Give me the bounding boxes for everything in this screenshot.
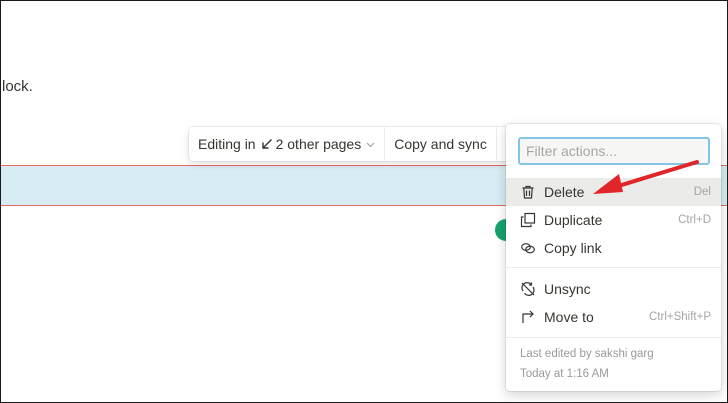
trash-icon	[518, 182, 538, 202]
chevron-down-icon	[366, 140, 375, 149]
menu-item-shortcut: Ctrl+D	[678, 214, 711, 226]
link-icon	[518, 238, 538, 258]
menu-item-label: Duplicate	[544, 212, 603, 228]
body-text: lock.	[2, 78, 33, 95]
editing-in-label: Editing in	[198, 136, 256, 152]
menu-item-duplicate[interactable]: Duplicate Ctrl+D	[506, 206, 721, 234]
move-to-icon	[518, 307, 538, 327]
menu-divider	[506, 267, 721, 268]
menu-item-shortcut: Ctrl+Shift+P	[649, 311, 711, 323]
menu-divider	[506, 337, 721, 338]
menu-item-unsync[interactable]: Unsync	[506, 275, 721, 303]
edited-time-text: Today at 1:16 AM	[520, 368, 609, 380]
copy-and-sync-button[interactable]: Copy and sync	[385, 127, 496, 161]
menu-item-copy-link[interactable]: Copy link	[506, 234, 721, 262]
last-edited-text: Last edited by sakshi garg	[520, 348, 654, 360]
editing-in-pages-button[interactable]: Editing in 2 other pages	[189, 127, 384, 161]
annotation-arrow-icon	[593, 160, 699, 194]
arrow-down-left-icon	[261, 138, 273, 150]
menu-item-move-to[interactable]: Move to Ctrl+Shift+P	[506, 303, 721, 331]
menu-item-label: Move to	[544, 309, 594, 325]
menu-item-label: Copy link	[544, 240, 602, 256]
other-pages-label: 2 other pages	[275, 136, 362, 152]
duplicate-icon	[518, 210, 538, 230]
synced-block-toolbar: Editing in 2 other pages Copy and sync	[189, 127, 523, 161]
unsync-icon	[518, 279, 538, 299]
menu-item-label: Unsync	[544, 281, 591, 297]
